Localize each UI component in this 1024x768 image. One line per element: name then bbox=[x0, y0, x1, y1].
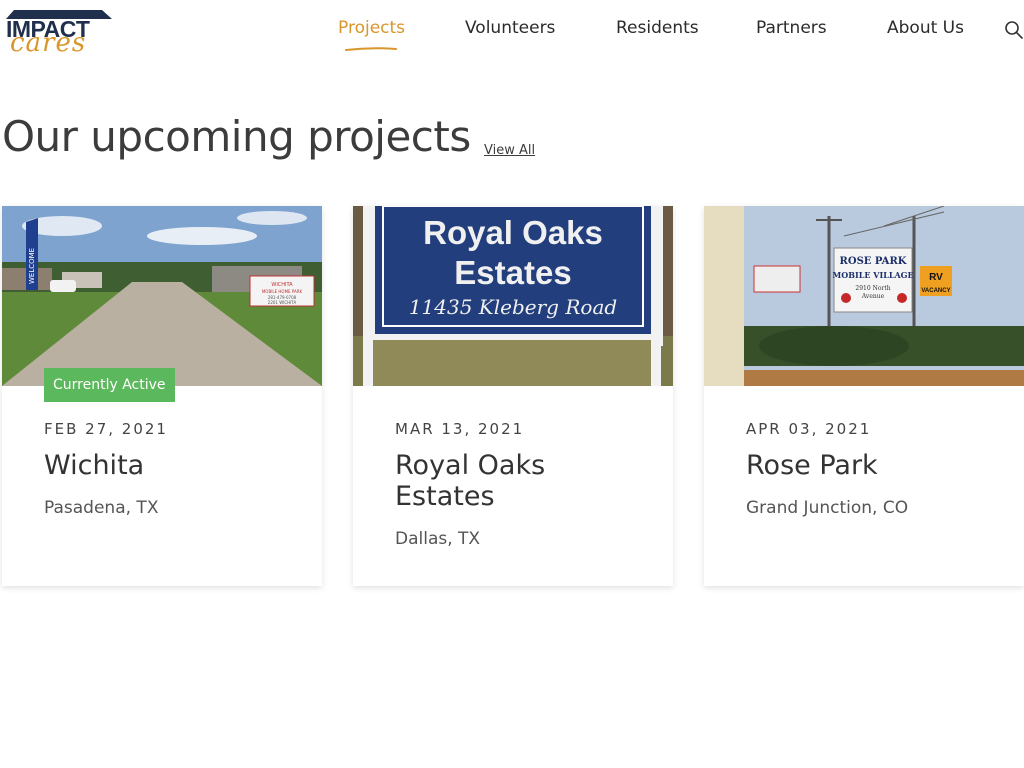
status-badge: Currently Active bbox=[44, 368, 175, 402]
logo-text-cares: cares bbox=[10, 28, 87, 58]
active-underline-icon bbox=[345, 47, 397, 51]
view-all-link[interactable]: View All bbox=[484, 143, 535, 158]
wichita-sign-text: WICHITA bbox=[271, 282, 293, 288]
project-location: Pasadena, TX bbox=[44, 498, 159, 518]
project-card-rose-park[interactable]: ROSE PARK MOBILE VILLAGE 2910 North Aven… bbox=[704, 206, 1024, 586]
project-date: FEB 27, 2021 bbox=[44, 420, 168, 438]
project-image-royal-oaks: Royal Oaks Estates 11435 Kleberg Road bbox=[353, 206, 673, 386]
nav-item-about-us[interactable]: About Us bbox=[887, 18, 964, 38]
impact-cares-logo[interactable]: IMPACT cares bbox=[4, 6, 116, 58]
project-location: Grand Junction, CO bbox=[746, 498, 909, 518]
royal-oaks-sign-address: 11435 Kleberg Road bbox=[409, 295, 617, 319]
rose-park-sign-address: 2910 North bbox=[855, 285, 890, 292]
rv-sign-text: RV bbox=[929, 272, 943, 283]
rose-park-sign-address-2: Avenue bbox=[861, 293, 885, 300]
royal-oaks-sign-line1: Royal Oaks bbox=[423, 214, 603, 251]
nav-item-partners[interactable]: Partners bbox=[756, 18, 827, 38]
project-title: Royal Oaks Estates bbox=[395, 450, 546, 512]
welcome-flag-text: WELCOME bbox=[28, 248, 36, 284]
rose-park-sign-line2: MOBILE VILLAGE bbox=[832, 270, 913, 280]
page-title: Our upcoming projects bbox=[2, 112, 471, 161]
project-image-rose-park: ROSE PARK MOBILE VILLAGE 2910 North Aven… bbox=[704, 206, 1024, 386]
vacancy-sign-text: VACANCY bbox=[921, 288, 950, 294]
rose-park-sign-line1: ROSE PARK bbox=[840, 256, 907, 267]
project-card-wichita[interactable]: WICHITA MOBILE HOME PARK 281-479-0708 22… bbox=[2, 206, 322, 586]
royal-oaks-sign-line2: Estates bbox=[454, 254, 571, 291]
site-header: IMPACT cares Projects Volunteers Residen… bbox=[0, 0, 1024, 70]
project-card-royal-oaks-estates[interactable]: Royal Oaks Estates 11435 Kleberg Road MA… bbox=[353, 206, 673, 586]
nav-item-residents[interactable]: Residents bbox=[616, 18, 699, 38]
search-icon[interactable] bbox=[1004, 20, 1024, 40]
nav-item-volunteers[interactable]: Volunteers bbox=[465, 18, 555, 38]
project-date: APR 03, 2021 bbox=[746, 420, 872, 438]
nav-item-projects[interactable]: Projects bbox=[338, 18, 405, 38]
wichita-sign-subtext: MOBILE HOME PARK bbox=[262, 289, 303, 294]
project-title: Wichita bbox=[44, 450, 145, 481]
wichita-sign-address: 2201 WICHITA bbox=[268, 300, 297, 305]
project-date: MAR 13, 2021 bbox=[395, 420, 525, 438]
project-title: Rose Park bbox=[746, 450, 878, 481]
project-location: Dallas, TX bbox=[395, 529, 481, 549]
project-image-wichita: WICHITA MOBILE HOME PARK 281-479-0708 22… bbox=[2, 206, 322, 386]
